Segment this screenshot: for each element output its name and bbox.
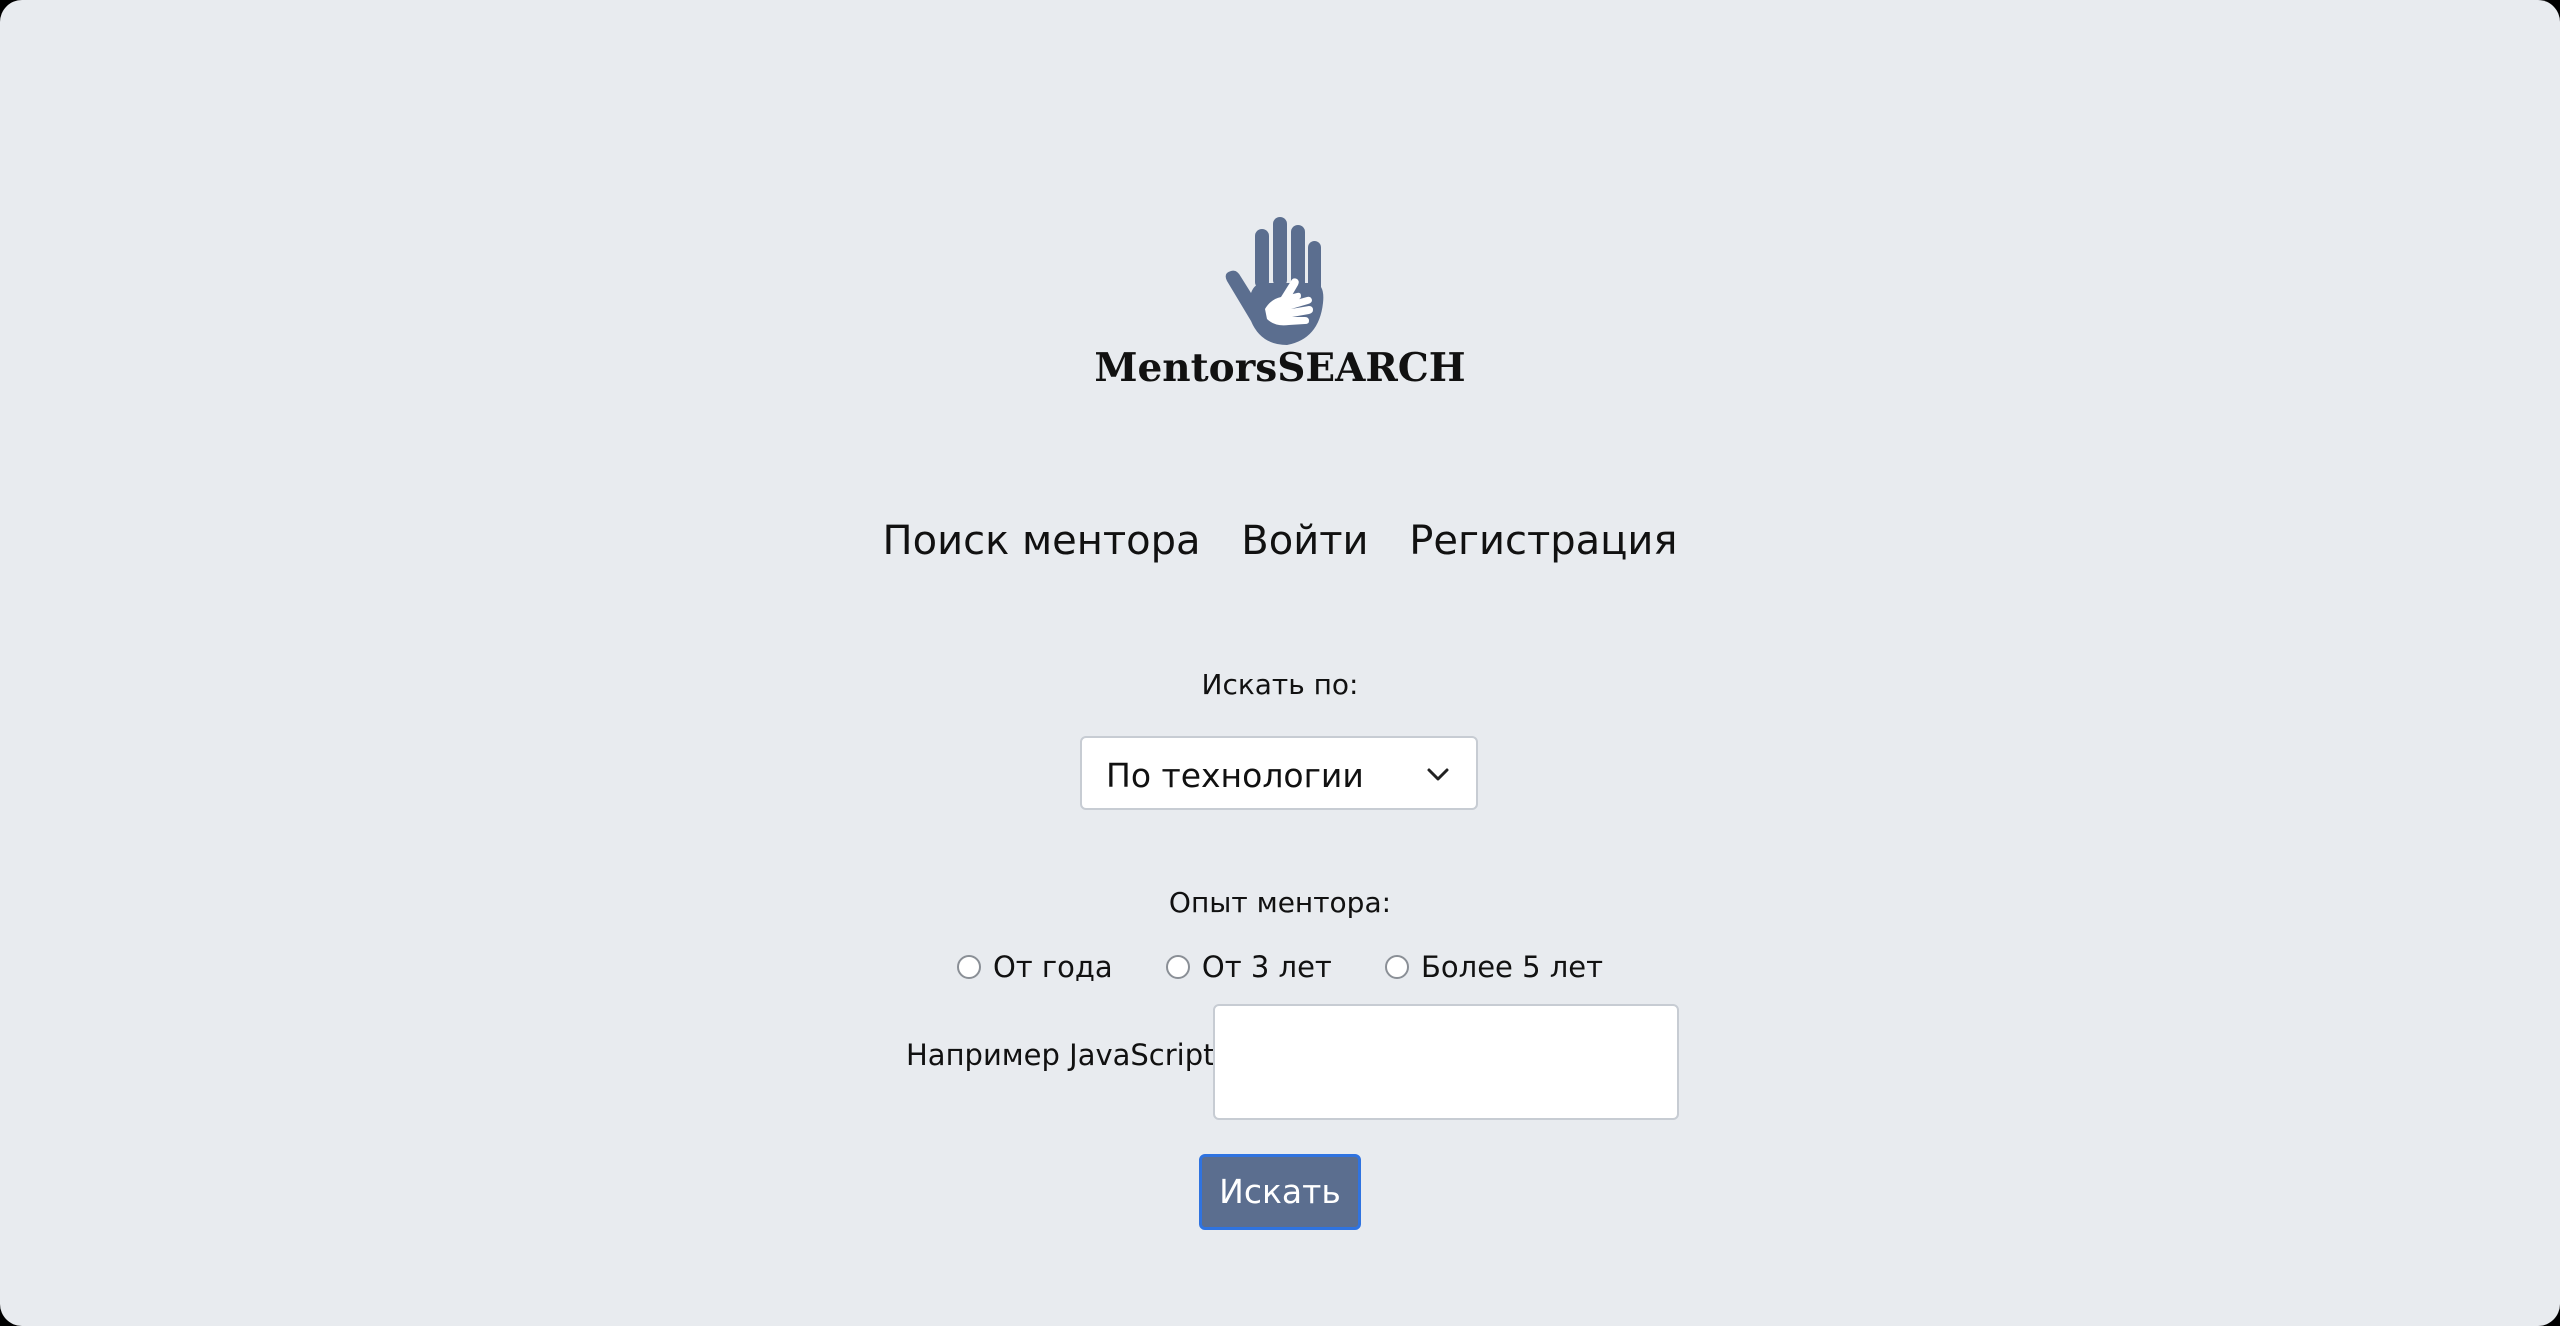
nav-item-register[interactable]: Регистрация (1409, 518, 1677, 564)
chevron-down-icon (1427, 768, 1449, 781)
search-by-value: По технологии (1106, 756, 1364, 795)
radio-option-5-years[interactable]: Более 5 лет (1385, 950, 1603, 984)
nav-item-mentor-search[interactable]: Поиск ментора (883, 518, 1201, 564)
main-nav: Поиск ментора Войти Регистрация (0, 518, 2560, 564)
search-by-label: Искать по: (1201, 668, 1359, 701)
radio-button[interactable] (956, 955, 981, 979)
logo[interactable]: MentorsSEARCH (1080, 205, 1480, 405)
app-window: MentorsSEARCH Поиск ментора Войти Регист… (0, 0, 2560, 1326)
search-button[interactable]: Искать (1199, 1154, 1361, 1230)
hands-icon (1225, 217, 1324, 345)
search-by-select[interactable]: По технологии (1080, 736, 1478, 810)
radio-option-3-years[interactable]: От 3 лет (1165, 950, 1332, 984)
experience-radio-group: От года От 3 лет Более 5 лет (0, 950, 2560, 984)
radio-option-1-year[interactable]: От года (956, 950, 1113, 984)
logo-text: MentorsSEARCH (1094, 345, 1466, 391)
radio-label: От 3 лет (1201, 950, 1332, 984)
nav-item-login[interactable]: Войти (1241, 518, 1368, 564)
query-label: Например JavaScript (906, 1038, 1215, 1072)
query-input[interactable] (1213, 1004, 1679, 1120)
radio-label: Более 5 лет (1421, 950, 1604, 984)
radio-button[interactable] (1165, 955, 1190, 979)
radio-button[interactable] (1385, 955, 1410, 979)
radio-label: От года (992, 950, 1113, 984)
experience-label: Опыт ментора: (1168, 886, 1392, 919)
